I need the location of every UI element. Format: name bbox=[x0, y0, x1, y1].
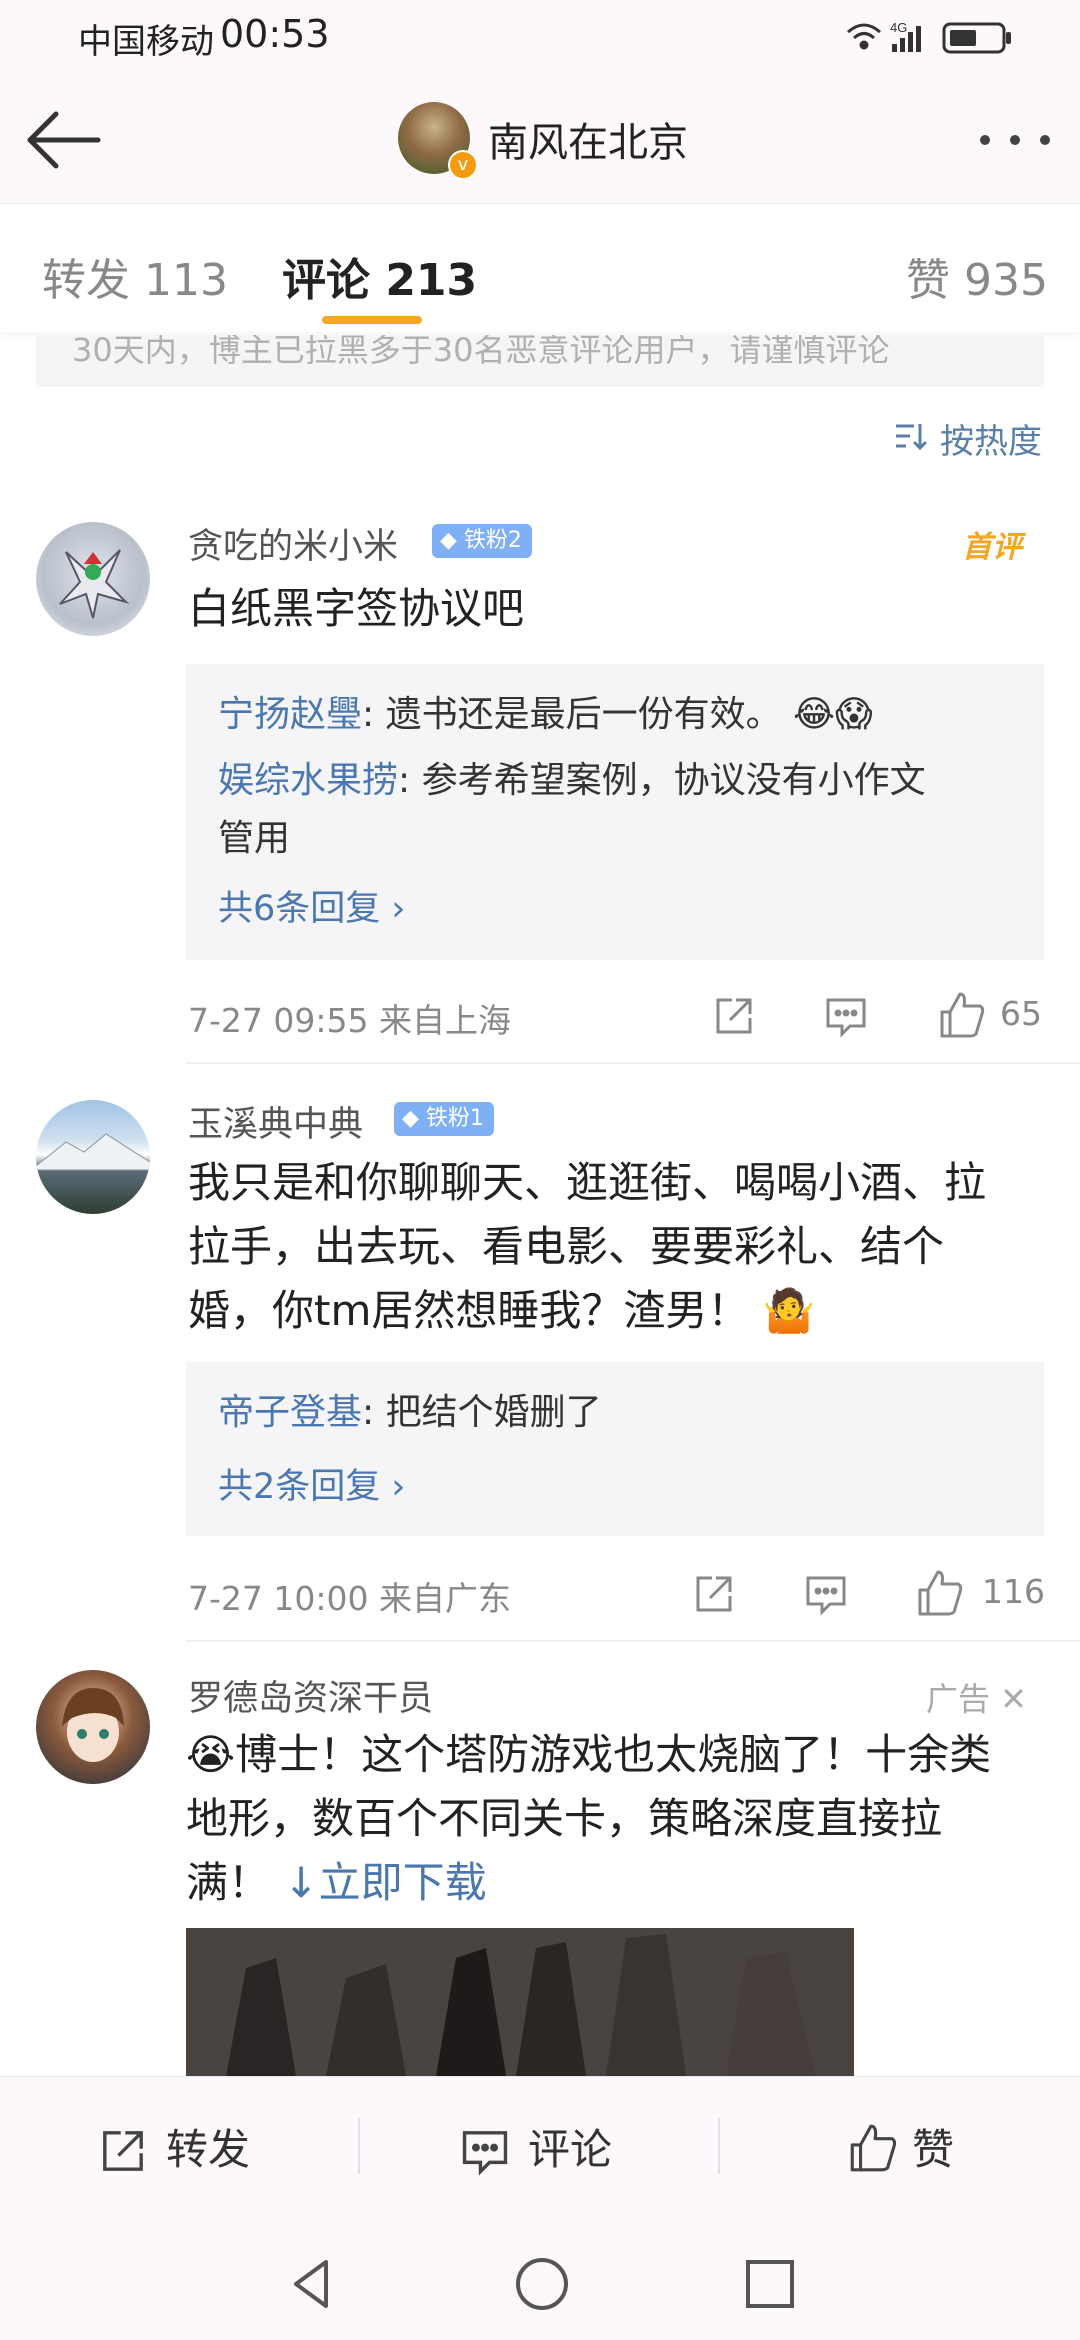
nav-back-icon[interactable] bbox=[282, 2254, 342, 2314]
repost-icon bbox=[103, 2131, 143, 2171]
commenter-avatar[interactable] bbox=[36, 1100, 150, 1214]
robot-figure-icon bbox=[59, 549, 130, 619]
status-time: 00:53 bbox=[220, 12, 330, 56]
wifi-icon bbox=[847, 23, 881, 50]
advertiser-avatar[interactable] bbox=[36, 1670, 150, 1784]
anime-character-icon bbox=[62, 1688, 124, 1762]
comment-text-fragment: 婚，你tm居然想睡我？渣男！ bbox=[188, 1286, 750, 1335]
like-count: 116 bbox=[982, 1572, 1045, 1611]
shrug-emoji-icon: 🤷 bbox=[762, 1286, 816, 1335]
view-all-replies-link[interactable]: 共6条回复 › bbox=[218, 880, 405, 931]
comment-text-line: 拉手，出去玩、看电影、要要彩礼、结个 bbox=[188, 1222, 945, 1271]
fan-badge-label: 铁粉2 bbox=[463, 528, 522, 553]
commenter-name[interactable]: 贪吃的米小米 bbox=[188, 518, 398, 569]
fan-level-badge: ◆ 铁粉2 bbox=[432, 524, 532, 558]
comment-divider bbox=[186, 1640, 1080, 1642]
network-type-label: 4G bbox=[890, 20, 907, 35]
crying-emoji-icon: 😭 bbox=[186, 1730, 236, 1779]
notice-text: 30天内，博主已拉黑多于30名恶意评论用户，请谨慎评论 bbox=[72, 335, 890, 369]
reply-author[interactable]: 帝子登基 bbox=[218, 1392, 362, 1433]
reply-text: : 把结个婚删了 bbox=[362, 1392, 602, 1433]
comment-meta: 7-27 09:55 来自上海 bbox=[188, 1001, 511, 1040]
tab-likes[interactable]: 赞 935 bbox=[906, 244, 1048, 308]
reply-line[interactable]: 宁扬赵璺: 遗书还是最后一份有效。 😂😱 bbox=[218, 686, 873, 744]
laughing-crying-emoji-icon: 😂😱 bbox=[793, 694, 873, 735]
reply-text: : 参考希望案例，协议没有小作文 bbox=[398, 760, 926, 801]
battery-icon bbox=[942, 22, 1011, 54]
nav-home-icon[interactable] bbox=[512, 2254, 572, 2314]
like-icon bbox=[850, 2124, 897, 2172]
view-all-replies-link[interactable]: 共2条回复 › bbox=[218, 1458, 405, 1509]
carrier-label: 中国移动 bbox=[78, 22, 214, 62]
reply-text: : 遗书还是最后一份有效。 bbox=[362, 694, 782, 735]
comment-icon bbox=[462, 2131, 508, 2176]
download-link[interactable]: ↓立即下载 bbox=[283, 1858, 486, 1907]
notice-banner: 30天内，博主已拉黑多于30名恶意评论用户，请谨慎评论 bbox=[36, 335, 1044, 387]
comment-icon[interactable] bbox=[804, 1572, 848, 1616]
ad-game-image[interactable] bbox=[186, 1928, 854, 2076]
reply-line[interactable]: 帝子登基: 把结个婚删了 bbox=[218, 1384, 602, 1442]
download-arrow-icon: ↓ bbox=[283, 1858, 319, 1907]
reply-line-continued: 管用 bbox=[218, 818, 291, 859]
mountain-landscape-icon bbox=[36, 1133, 150, 1171]
reply-author[interactable]: 宁扬赵璺 bbox=[218, 694, 362, 735]
comment-button[interactable]: 评论 bbox=[528, 2116, 612, 2177]
reply-author[interactable]: 娱综水果捞 bbox=[218, 760, 398, 801]
tab-comments[interactable]: 评论 213 bbox=[282, 244, 477, 308]
share-icon[interactable] bbox=[712, 994, 756, 1038]
bottom-bar-separator bbox=[718, 2118, 720, 2174]
arrow-left-icon bbox=[27, 111, 101, 169]
comment-icon[interactable] bbox=[824, 994, 868, 1038]
comment-text: 白纸黑字签协议吧 bbox=[188, 584, 525, 633]
ad-text-line: 😭博士！这个塔防游戏也太烧脑了！十余类 bbox=[186, 1724, 991, 1786]
like-button[interactable]: 赞 bbox=[912, 2116, 954, 2177]
reply-line[interactable]: 娱综水果捞: 参考希望案例，协议没有小作文 bbox=[218, 752, 926, 810]
like-icon[interactable] bbox=[936, 990, 986, 1040]
more-button[interactable] bbox=[970, 120, 1060, 160]
sort-icon bbox=[892, 418, 928, 454]
verified-badge-icon: v bbox=[448, 150, 478, 180]
page-title[interactable]: 南风在北京 bbox=[488, 110, 688, 168]
advertiser-name[interactable]: 罗德岛资深干员 bbox=[188, 1670, 433, 1721]
more-dots-icon bbox=[980, 135, 1050, 145]
ad-text-line: 满！ ↓立即下载 bbox=[186, 1852, 487, 1914]
active-tab-indicator bbox=[322, 316, 422, 324]
share-icon[interactable] bbox=[692, 1572, 736, 1616]
nav-recents-icon[interactable] bbox=[740, 2254, 800, 2314]
repost-button[interactable]: 转发 bbox=[166, 2116, 250, 2177]
download-label: 立即下载 bbox=[318, 1858, 487, 1907]
comment-meta: 7-27 10:00 来自广东 bbox=[188, 1579, 511, 1618]
ad-label-close-button[interactable]: 广告 ✕ bbox=[926, 1674, 1027, 1720]
ad-text-fragment: 博士！这个塔防游戏也太烧脑了！十余类 bbox=[235, 1730, 992, 1779]
ad-text-line: 地形，数百个不同关卡，策略深度直接拉 bbox=[186, 1794, 943, 1843]
comment-divider bbox=[186, 1062, 1080, 1064]
fan-level-badge: ◆ 铁粉1 bbox=[394, 1102, 494, 1136]
like-icon[interactable] bbox=[914, 1568, 964, 1618]
bottom-bar-separator bbox=[358, 2118, 360, 2174]
comment-text-line: 婚，你tm居然想睡我？渣男！ 🤷 bbox=[188, 1280, 815, 1342]
sort-by-hot-button[interactable]: 按热度 bbox=[940, 414, 1042, 463]
comment-text-line: 我只是和你聊聊天、逛逛街、喝喝小酒、拉 bbox=[188, 1158, 987, 1207]
fan-badge-label: 铁粉1 bbox=[425, 1106, 484, 1131]
status-icons: 4G bbox=[847, 20, 1011, 54]
back-button[interactable] bbox=[20, 100, 110, 180]
ad-text-fragment: 满！ bbox=[186, 1858, 271, 1907]
tab-repost[interactable]: 转发 113 bbox=[42, 244, 228, 308]
first-comment-badge: 首评 bbox=[962, 530, 1022, 565]
commenter-avatar[interactable] bbox=[36, 522, 150, 636]
game-characters-image bbox=[186, 1928, 854, 2076]
commenter-name[interactable]: 玉溪典中典 bbox=[188, 1096, 363, 1147]
like-count: 65 bbox=[1000, 994, 1042, 1033]
